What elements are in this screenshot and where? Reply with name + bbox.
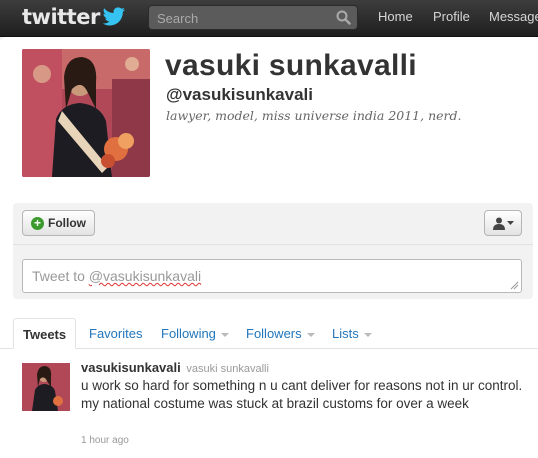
profile-card: vasuki sunkavalli @vasukisunkavali lawye… bbox=[0, 37, 538, 458]
profile-full-name: vasuki sunkavalli bbox=[165, 49, 417, 82]
profile-bio: lawyer, model, miss universe india 2011,… bbox=[166, 108, 462, 123]
profile-avatar[interactable] bbox=[22, 49, 150, 177]
tab-lists-label: Lists bbox=[332, 326, 359, 341]
twitter-logo[interactable]: twitter bbox=[22, 5, 126, 29]
chevron-down-icon bbox=[506, 221, 514, 225]
tab-following-label: Following bbox=[161, 326, 216, 341]
tweet-timestamp[interactable]: 1 hour ago bbox=[81, 435, 129, 446]
tweet-avatar-photo bbox=[22, 363, 70, 411]
profile-photo bbox=[22, 49, 150, 177]
top-navigation-bar: twitter Home Profile Messages bbox=[0, 0, 538, 37]
nav-profile[interactable]: Profile bbox=[433, 9, 470, 24]
plus-icon: + bbox=[31, 216, 44, 230]
chevron-down-icon bbox=[363, 332, 372, 337]
chevron-down-icon bbox=[306, 332, 315, 337]
chevron-down-icon bbox=[220, 332, 229, 337]
user-actions-button[interactable] bbox=[484, 210, 522, 236]
tweet-text: u work so hard for something n u cant de… bbox=[81, 378, 523, 411]
tweet-to-prefix: Tweet to bbox=[32, 268, 89, 284]
person-icon bbox=[492, 217, 505, 230]
profile-handle: @vasukisunkavali bbox=[166, 85, 313, 104]
profile-tabs: Tweets Favorites Following Followers Lis… bbox=[0, 318, 538, 349]
tweet-to-input[interactable]: Tweet to @vasukisunkavali bbox=[22, 259, 522, 293]
tab-favorites-label: Favorites bbox=[89, 326, 143, 341]
nav-home[interactable]: Home bbox=[378, 9, 413, 24]
tweet-display-name: vasuki sunkavalli bbox=[186, 363, 269, 375]
tweet-username[interactable]: vasukisunkavali bbox=[81, 360, 181, 375]
follow-button[interactable]: + Follow bbox=[22, 210, 95, 236]
search-box[interactable] bbox=[148, 5, 358, 30]
logo-text: twitter bbox=[22, 5, 100, 29]
tab-favorites[interactable]: Favorites bbox=[89, 318, 142, 348]
tab-lists[interactable]: Lists bbox=[332, 318, 372, 348]
bird-icon bbox=[102, 7, 125, 26]
tab-tweets-label: Tweets bbox=[23, 327, 67, 342]
tab-followers[interactable]: Followers bbox=[246, 318, 315, 348]
search-icon[interactable] bbox=[336, 10, 351, 25]
divider bbox=[13, 244, 533, 245]
search-input[interactable] bbox=[155, 8, 329, 29]
tweet-author: vasukisunkavali vasuki sunkavalli bbox=[81, 360, 269, 375]
tweet-to-handle: @vasukisunkavali bbox=[88, 268, 202, 284]
follow-label: Follow bbox=[48, 216, 86, 230]
nav-messages[interactable]: Messages bbox=[489, 9, 538, 24]
tab-tweets[interactable]: Tweets bbox=[13, 318, 77, 349]
tab-followers-label: Followers bbox=[246, 326, 302, 341]
tab-following[interactable]: Following bbox=[161, 318, 229, 348]
resize-handle-icon[interactable] bbox=[510, 281, 519, 290]
tweet-avatar[interactable] bbox=[22, 363, 70, 411]
profile-actions: + Follow Tweet to @vasukisunkavali bbox=[13, 203, 533, 299]
